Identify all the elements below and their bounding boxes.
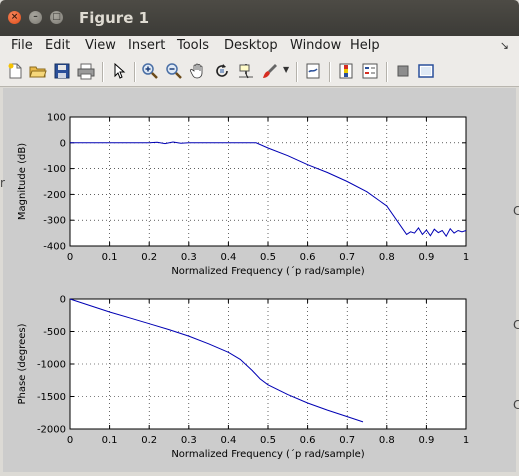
- magnitude-y-axis-label: Magnitude (dB): [17, 143, 28, 220]
- toolbar-separator: [296, 62, 298, 82]
- menu-view[interactable]: View: [85, 38, 116, 53]
- pan-hand-icon[interactable]: [189, 62, 207, 80]
- new-figure-icon[interactable]: [6, 62, 24, 80]
- magnitude-x-tick-label: 0.1: [102, 252, 118, 263]
- zoom-out-icon[interactable]: [165, 62, 183, 80]
- toolbar-separator: [134, 62, 136, 82]
- magnitude-x-tick-label: 0.3: [181, 252, 197, 263]
- menu-insert[interactable]: Insert: [128, 38, 165, 53]
- link-plot-icon[interactable]: [304, 62, 322, 80]
- dock-arrow-icon[interactable]: ↘: [500, 39, 509, 52]
- colorbar-icon[interactable]: [337, 62, 355, 80]
- save-icon[interactable]: [53, 62, 71, 80]
- edge-artifact: C: [513, 398, 519, 412]
- phase-x-tick-label: 0.4: [220, 435, 236, 446]
- magnitude-x-tick-label: 0.9: [418, 252, 434, 263]
- magnitude-y-tick-label: -200: [43, 190, 66, 201]
- magnitude-x-tick-label: 0.4: [220, 252, 236, 263]
- phase-x-tick-label: 0.2: [141, 435, 157, 446]
- magnitude-y-tick-label: -300: [43, 216, 66, 227]
- phase-y-tick-label: -2000: [37, 425, 66, 436]
- phase-y-tick-label: -1000: [37, 360, 66, 371]
- edit-plot-arrow-icon[interactable]: [110, 62, 128, 80]
- phase-x-tick-label: 0.1: [102, 435, 118, 446]
- phase-x-tick-label: 0.3: [181, 435, 197, 446]
- figure-toolbar: ▼: [0, 58, 519, 87]
- menu-edit[interactable]: Edit: [45, 38, 70, 53]
- menu-file[interactable]: File: [11, 38, 33, 53]
- toolbar-separator: [329, 62, 331, 82]
- data-cursor-icon[interactable]: [237, 62, 255, 80]
- phase-x-tick-label: 1: [463, 435, 469, 446]
- minimize-window-button[interactable]: –: [29, 11, 42, 24]
- magnitude-x-tick-label: 0.8: [379, 252, 395, 263]
- phase-x-tick-label: 0.8: [379, 435, 395, 446]
- phase-x-tick-label: 0.5: [260, 435, 276, 446]
- close-window-button[interactable]: ×: [8, 11, 21, 24]
- edge-artifact: C: [513, 318, 519, 332]
- zoom-in-icon[interactable]: [141, 62, 159, 80]
- magnitude-x-tick-label: 0.6: [300, 252, 316, 263]
- phase-y-tick-label: -500: [43, 327, 66, 338]
- phase-x-tick-label: 0.6: [300, 435, 316, 446]
- rotate-3d-icon[interactable]: [213, 62, 231, 80]
- figure-canvas[interactable]: 0 0.1 0.2 0.3 0.4 0.5 0.6 0.7 0.8 0.9 1 100 0 -100 -20…: [3, 88, 516, 472]
- maximize-window-button[interactable]: □: [50, 11, 63, 24]
- brush-icon[interactable]: [261, 62, 279, 80]
- magnitude-x-tick-label: 0.7: [339, 252, 355, 263]
- menu-window[interactable]: Window: [290, 38, 341, 53]
- magnitude-y-tick-label: -400: [43, 242, 66, 253]
- menu-tools[interactable]: Tools: [177, 38, 209, 53]
- plots-svg[interactable]: 0 0.1 0.2 0.3 0.4 0.5 0.6 0.7 0.8 0.9 11000-100-20…: [3, 88, 516, 472]
- phase-y-axis-label: Phase (degrees): [17, 323, 28, 404]
- magnitude-y-tick-label: -100: [43, 164, 66, 175]
- phase-x-axis-label: Normalized Frequency (´p rad/sample): [171, 448, 364, 460]
- menu-help[interactable]: Help: [350, 38, 380, 53]
- open-file-icon[interactable]: [29, 62, 47, 80]
- window-titlebar[interactable]: × – □ Figure 1: [0, 0, 519, 36]
- magnitude-x-axis-label: Normalized Frequency (´p rad/sample): [171, 265, 364, 277]
- toolbar-separator: [102, 62, 104, 82]
- brush-dropdown-icon[interactable]: ▼: [283, 65, 289, 74]
- phase-y-tick-label: -1500: [37, 392, 66, 403]
- edge-artifact: C: [513, 204, 519, 218]
- toolbar-separator: [386, 62, 388, 82]
- magnitude-y-tick-label: 0: [60, 138, 66, 149]
- magnitude-x-tick-label: 0.5: [260, 252, 276, 263]
- print-icon[interactable]: [77, 62, 95, 80]
- window-title: Figure 1: [79, 9, 150, 27]
- hide-plot-tools-icon[interactable]: [394, 62, 412, 80]
- phase-y-tick-label: 0: [60, 295, 66, 306]
- magnitude-x-tick-label: 0: [67, 252, 73, 263]
- legend-icon[interactable]: [361, 62, 379, 80]
- menu-bar: File Edit View Insert Tools Desktop Wind…: [0, 36, 519, 59]
- magnitude-y-tick-label: 100: [47, 113, 66, 124]
- phase-x-tick-label: 0.7: [339, 435, 355, 446]
- show-plot-tools-icon[interactable]: [417, 62, 435, 80]
- phase-x-tick-label: 0: [67, 435, 73, 446]
- edge-artifact: r: [0, 176, 5, 190]
- menu-desktop[interactable]: Desktop: [224, 38, 278, 53]
- magnitude-x-tick-label: 1: [463, 252, 469, 263]
- phase-x-tick-label: 0.9: [418, 435, 434, 446]
- magnitude-x-tick-label: 0.2: [141, 252, 157, 263]
